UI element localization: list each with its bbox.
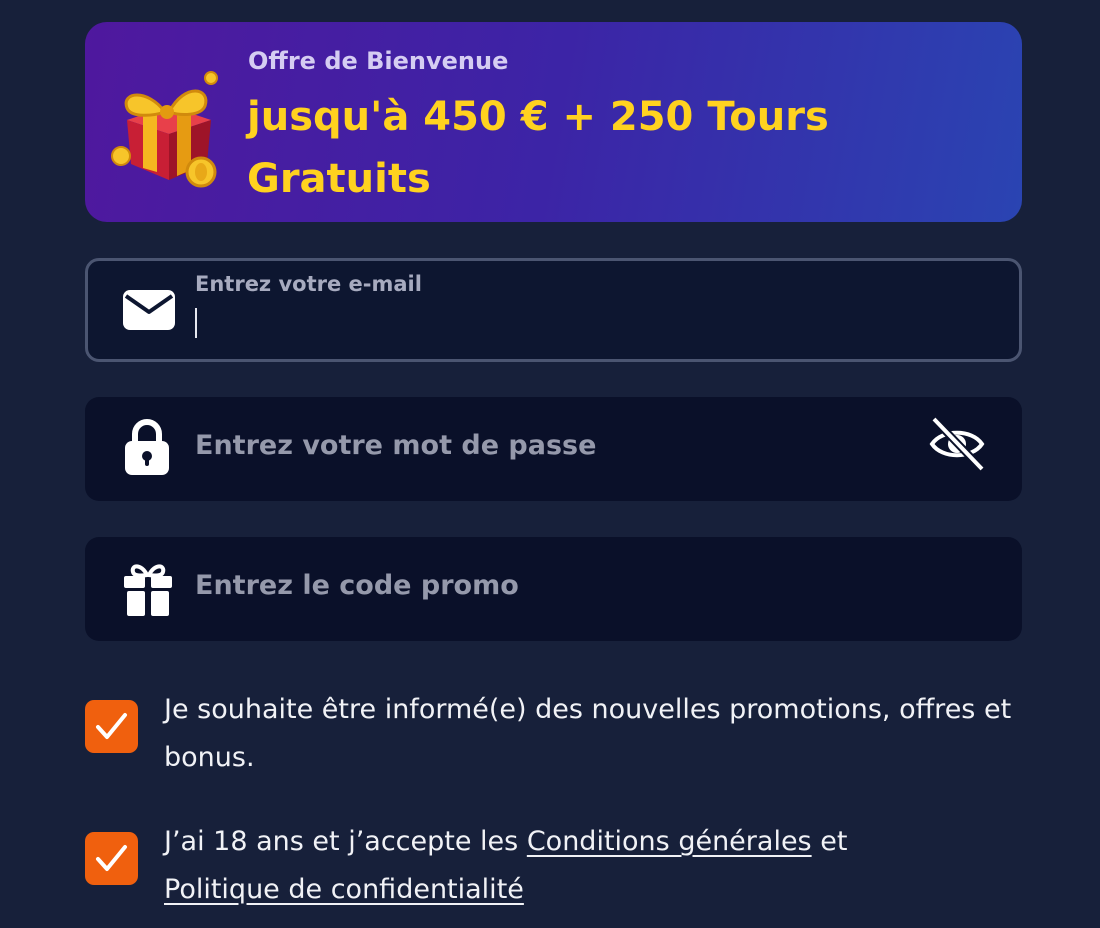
gift-icon [124, 564, 172, 616]
promo-code-field[interactable]: Entrez le code promo [85, 537, 1022, 641]
welcome-offer-subtitle: Offre de Bienvenue [248, 47, 509, 75]
signup-form: Offre de Bienvenue jusqu'à 450 € + 250 T… [85, 22, 1022, 905]
lock-icon [125, 419, 169, 475]
checkmark-icon [96, 713, 127, 739]
terms-joiner: et [820, 826, 848, 857]
envelope-icon [123, 290, 175, 330]
email-label: Entrez votre e-mail [195, 272, 422, 296]
gift-box-with-coins-icon [111, 71, 218, 188]
welcome-bonus-banner: Offre de Bienvenue jusqu'à 450 € + 250 T… [85, 22, 1022, 222]
promotions-checkbox[interactable] [85, 700, 138, 753]
terms-link[interactable]: Conditions générales [527, 826, 812, 857]
email-field[interactable]: Entrez votre e-mail [85, 258, 1022, 362]
promo-code-placeholder: Entrez le code promo [195, 570, 519, 601]
terms-prefix: J’ai 18 ans et j’accepte les [164, 826, 519, 857]
checkmark-icon [96, 845, 127, 871]
password-field[interactable]: Entrez votre mot de passe [85, 397, 1022, 501]
eye-slash-icon[interactable] [928, 415, 986, 473]
terms-consent-text: J’ai 18 ans et j’accepte les Conditions … [164, 818, 1022, 914]
text-cursor [195, 308, 197, 338]
terms-checkbox[interactable] [85, 832, 138, 885]
promotions-consent-text: Je souhaite être informé(e) des nouvelle… [164, 694, 1012, 773]
password-placeholder: Entrez votre mot de passe [195, 430, 597, 461]
welcome-offer-title: jusqu'à 450 € + 250 Tours Gratuits [247, 94, 829, 202]
privacy-link[interactable]: Politique de confidentialité [164, 874, 524, 905]
